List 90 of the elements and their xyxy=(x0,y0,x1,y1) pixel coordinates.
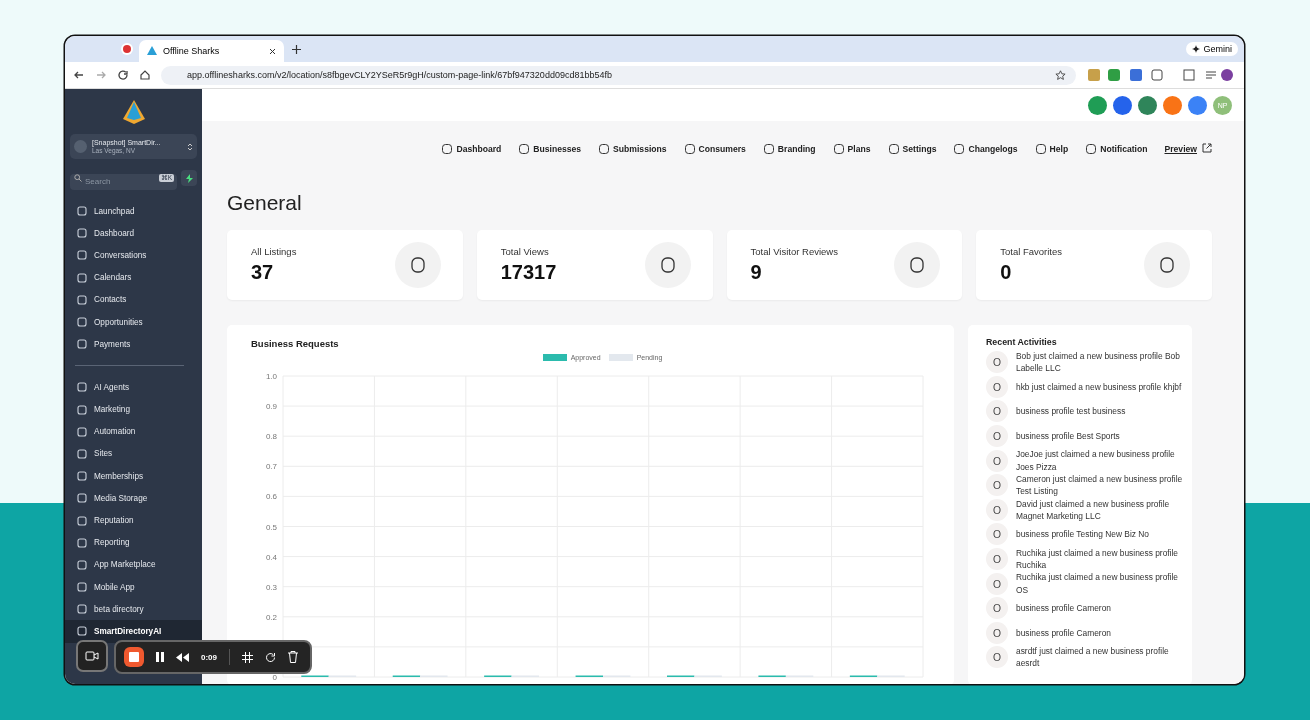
search-icon xyxy=(74,174,82,182)
axis-tick-label: 0.5 xyxy=(265,522,277,532)
camera-button[interactable] xyxy=(76,640,108,672)
stat-label: Total Views xyxy=(500,246,550,257)
stop-button[interactable] xyxy=(124,647,144,667)
nav-link[interactable]: Settings xyxy=(887,143,937,155)
favicon-icon xyxy=(147,46,157,56)
nav-link[interactable]: Plans xyxy=(832,143,871,155)
restart-icon[interactable] xyxy=(265,651,276,663)
new-tab-icon[interactable] xyxy=(292,44,301,54)
sidebar-item[interactable]: AI Agents xyxy=(65,376,202,399)
sidebar-item[interactable]: Payments xyxy=(65,333,202,356)
axis-tick-label: 0.7 xyxy=(265,462,277,472)
activity-text: business profile Cameron xyxy=(1016,626,1112,639)
nav-link[interactable]: Submissions xyxy=(598,143,667,155)
axis-tick-label: 0.6 xyxy=(265,492,277,502)
sidebar-item[interactable]: Conversations xyxy=(65,244,202,267)
gemini-button[interactable]: Gemini xyxy=(1186,42,1238,56)
stat-value: 0 xyxy=(1000,261,1013,284)
address-bar[interactable]: app.offlinesharks.com/v2/location/s8fbgevCLY2YSeR5r9gH/custom-page-link/67bf947320dd09cd81bb54fb xyxy=(161,65,1076,85)
camera-icon xyxy=(85,651,99,661)
nav-link[interactable]: Businesses xyxy=(518,143,582,155)
sidebar-item[interactable]: Opportunities xyxy=(65,310,202,334)
axis-tick-label: 1.0 xyxy=(265,372,277,381)
activity-text: business profile test business xyxy=(1016,405,1127,418)
sidebar-item[interactable]: Mobile App xyxy=(65,576,202,599)
stat-value: 37 xyxy=(251,261,275,284)
activity-text: JoeJoe just claimed a new business profile Joes Pizza xyxy=(1016,448,1176,473)
sidebar-item[interactable]: App Marketplace xyxy=(65,553,202,576)
nav-link[interactable]: Notification xyxy=(1085,143,1148,155)
activity-text: business profile Best Sports xyxy=(1016,429,1121,443)
sidebar-item[interactable]: Memberships xyxy=(65,465,202,488)
person-icon xyxy=(74,140,87,153)
browser-tab[interactable]: Offline Sharks xyxy=(139,40,284,62)
sidebar-item[interactable]: Calendars xyxy=(65,266,202,289)
activity-text: business profile Cameron xyxy=(1016,602,1112,615)
sidebar-item[interactable]: Marketing xyxy=(65,398,202,421)
sidebar-item[interactable]: beta directory xyxy=(65,598,202,621)
axis-tick-label: 0 xyxy=(272,673,277,682)
nav-link[interactable]: Dashboard xyxy=(441,143,502,155)
external-link-icon[interactable] xyxy=(1202,143,1212,153)
stat-value: 17317 xyxy=(500,261,557,284)
activity-text: Ruchika just claimed a new business profile Ruchika xyxy=(1016,546,1179,572)
page-title: General xyxy=(227,191,303,215)
nav-link[interactable]: Consumers xyxy=(683,143,746,155)
sidebar-item[interactable]: Contacts xyxy=(65,288,202,311)
sidebar-item[interactable]: Launchpad xyxy=(65,200,202,223)
activity-text: hkb just claimed a new business profile khjbf xyxy=(1016,380,1183,394)
stat-value: 9 xyxy=(750,261,763,284)
activity-title: Recent Activities xyxy=(986,337,1058,347)
activity-text: asrdtf just claimed a new business profile aesrdt xyxy=(1016,645,1170,670)
logo-icon xyxy=(120,99,147,125)
nav-link[interactable]: Help xyxy=(1034,143,1069,155)
activity-text: Ruchika just claimed a new business profile OS xyxy=(1016,571,1179,596)
nav-link[interactable]: Changelogs xyxy=(953,143,1018,155)
reload-icon[interactable] xyxy=(117,69,129,81)
activity-text: Bob just claimed a new business profile Bob Labelle LLC xyxy=(1016,350,1181,375)
record-icon[interactable] xyxy=(123,45,131,53)
lightning-button[interactable] xyxy=(181,170,197,186)
activity-text: business profile Testing New Biz No xyxy=(1016,528,1150,541)
axis-tick-label: 0.8 xyxy=(265,432,277,442)
rewind-icon[interactable] xyxy=(176,652,189,662)
stat-label: Total Favorites xyxy=(1000,246,1063,257)
pause-icon[interactable] xyxy=(156,652,164,662)
axis-tick-label: 0.4 xyxy=(265,552,277,562)
stat-label: Total Visitor Reviews xyxy=(750,246,838,257)
sidebar-item[interactable]: Automation xyxy=(65,420,202,443)
sidebar-item[interactable]: Dashboard xyxy=(65,222,202,245)
sidebar-item[interactable]: Reporting xyxy=(65,531,202,554)
chart-title: Business Requests xyxy=(251,338,340,349)
extensions-drawing[interactable] xyxy=(1086,68,1236,82)
sidebar-item[interactable]: Media Storage xyxy=(65,487,202,510)
stat-label: All Listings xyxy=(251,246,297,257)
activity-text: Cameron just claimed a new business profile Test Listing xyxy=(1016,472,1184,498)
sidebar-item[interactable]: SmartDirectoryAI xyxy=(65,620,202,643)
activity-text: David just claimed a new business profile Magnet Marketing LLC xyxy=(1016,497,1171,523)
preview-link[interactable]: Preview xyxy=(1164,143,1197,155)
sidebar-item[interactable]: Reputation xyxy=(65,509,202,532)
back-icon[interactable] xyxy=(73,69,85,81)
close-icon[interactable] xyxy=(269,47,276,55)
trash-icon[interactable] xyxy=(288,651,298,663)
home-icon[interactable] xyxy=(139,69,151,81)
axis-tick-label: 0.2 xyxy=(265,612,277,622)
axis-tick-label: 0.3 xyxy=(265,582,277,592)
chevron-icon xyxy=(187,141,193,152)
axis-tick-label: 0.9 xyxy=(265,402,277,412)
sidebar-item[interactable]: Sites xyxy=(65,442,202,466)
recording-time: 0:09 xyxy=(201,652,217,662)
nav-link[interactable]: Branding xyxy=(762,143,816,155)
lightning-icon xyxy=(185,173,193,183)
